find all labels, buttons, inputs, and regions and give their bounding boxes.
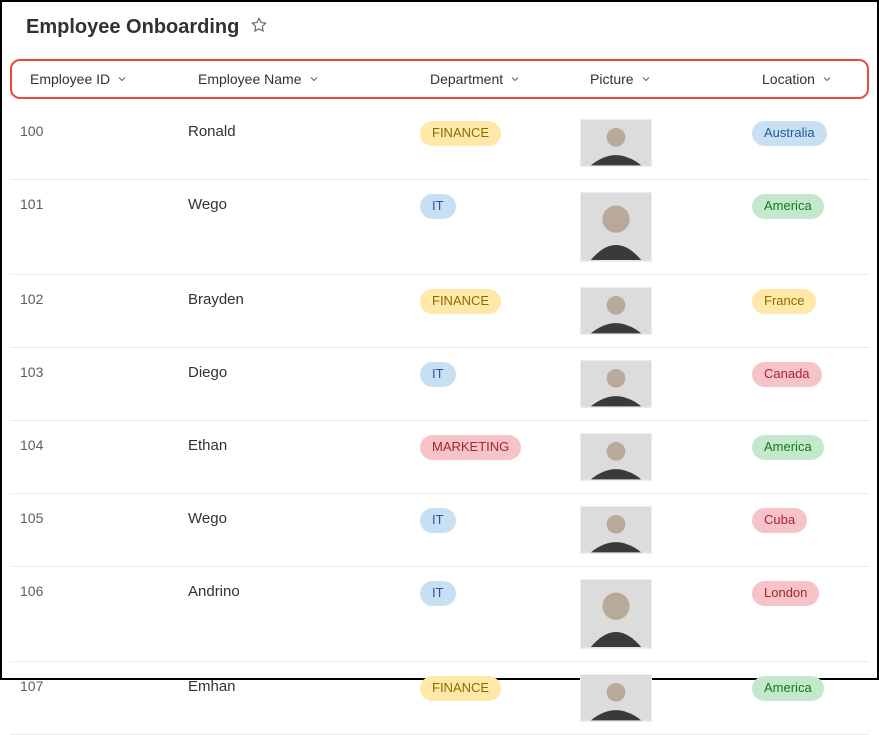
column-header-employee-name[interactable]: Employee Name	[198, 71, 430, 87]
cell-employee-name: Wego	[188, 506, 420, 527]
table-row[interactable]: 102 Brayden FINANCE France	[10, 275, 869, 348]
table-header-row: Employee ID Employee Name Department Pic…	[10, 59, 869, 99]
chevron-down-icon	[509, 73, 521, 85]
column-header-label: Employee Name	[198, 71, 302, 87]
table-row[interactable]: 105 Wego IT Cuba	[10, 494, 869, 567]
cell-employee-name: Ethan	[188, 433, 420, 454]
table-row[interactable]: 103 Diego IT Canada	[10, 348, 869, 421]
cell-location: Canada	[752, 360, 869, 387]
cell-department: IT	[420, 192, 580, 219]
cell-location: Australia	[752, 119, 869, 146]
cell-location: America	[752, 192, 869, 219]
location-badge: France	[752, 289, 816, 314]
cell-employee-id: 105	[20, 506, 188, 526]
chevron-down-icon	[821, 73, 833, 85]
avatar	[580, 192, 652, 262]
department-badge: IT	[420, 194, 456, 219]
column-header-employee-id[interactable]: Employee ID	[30, 71, 198, 87]
cell-location: America	[752, 674, 869, 701]
cell-department: IT	[420, 579, 580, 606]
page-header: Employee Onboarding	[2, 2, 877, 59]
department-badge: IT	[420, 362, 456, 387]
chevron-down-icon	[308, 73, 320, 85]
avatar	[580, 433, 652, 481]
cell-department: FINANCE	[420, 287, 580, 314]
avatar	[580, 287, 652, 335]
column-header-label: Department	[430, 71, 503, 87]
avatar	[580, 119, 652, 167]
cell-picture	[580, 192, 752, 262]
department-badge: IT	[420, 508, 456, 533]
cell-employee-name: Andrino	[188, 579, 420, 600]
department-badge: FINANCE	[420, 121, 501, 146]
cell-department: MARKETING	[420, 433, 580, 460]
cell-employee-name: Diego	[188, 360, 420, 381]
location-badge: Cuba	[752, 508, 807, 533]
table-row[interactable]: 107 Emhan FINANCE America	[10, 662, 869, 735]
cell-location: Cuba	[752, 506, 869, 533]
column-header-location[interactable]: Location	[762, 71, 859, 87]
column-header-label: Picture	[590, 71, 634, 87]
column-header-department[interactable]: Department	[430, 71, 590, 87]
column-header-label: Location	[762, 71, 815, 87]
table-row[interactable]: 104 Ethan MARKETING America	[10, 421, 869, 494]
cell-employee-id: 103	[20, 360, 188, 380]
cell-location: London	[752, 579, 869, 606]
cell-department: FINANCE	[420, 674, 580, 701]
column-header-picture[interactable]: Picture	[590, 71, 762, 87]
department-badge: IT	[420, 581, 456, 606]
cell-employee-id: 104	[20, 433, 188, 453]
cell-department: IT	[420, 360, 580, 387]
table-row[interactable]: 101 Wego IT America	[10, 180, 869, 275]
avatar	[580, 506, 652, 554]
column-header-label: Employee ID	[30, 71, 110, 87]
cell-employee-name: Brayden	[188, 287, 420, 308]
cell-picture	[580, 506, 752, 554]
table-row[interactable]: 100 Ronald FINANCE Australia	[10, 107, 869, 180]
cell-employee-id: 107	[20, 674, 188, 694]
cell-employee-name: Wego	[188, 192, 420, 213]
chevron-down-icon	[640, 73, 652, 85]
cell-picture	[580, 287, 752, 335]
location-badge: America	[752, 435, 824, 460]
avatar	[580, 360, 652, 408]
favorite-star-icon[interactable]	[251, 17, 267, 38]
cell-location: France	[752, 287, 869, 314]
cell-picture	[580, 674, 752, 722]
cell-employee-name: Ronald	[188, 119, 420, 140]
cell-employee-id: 101	[20, 192, 188, 212]
chevron-down-icon	[116, 73, 128, 85]
location-badge: America	[752, 194, 824, 219]
location-badge: Canada	[752, 362, 822, 387]
page-title: Employee Onboarding	[26, 16, 239, 39]
avatar	[580, 579, 652, 649]
cell-picture	[580, 360, 752, 408]
table-row[interactable]: 106 Andrino IT London	[10, 567, 869, 662]
cell-employee-id: 100	[20, 119, 188, 139]
table-body: 100 Ronald FINANCE Australia 101 Wego IT…	[2, 107, 877, 735]
department-badge: MARKETING	[420, 435, 521, 460]
avatar	[580, 674, 652, 722]
cell-department: FINANCE	[420, 119, 580, 146]
location-badge: London	[752, 581, 819, 606]
cell-employee-id: 102	[20, 287, 188, 307]
cell-picture	[580, 579, 752, 649]
cell-department: IT	[420, 506, 580, 533]
cell-location: America	[752, 433, 869, 460]
cell-picture	[580, 433, 752, 481]
cell-employee-name: Emhan	[188, 674, 420, 695]
cell-employee-id: 106	[20, 579, 188, 599]
department-badge: FINANCE	[420, 289, 501, 314]
cell-picture	[580, 119, 752, 167]
location-badge: Australia	[752, 121, 827, 146]
